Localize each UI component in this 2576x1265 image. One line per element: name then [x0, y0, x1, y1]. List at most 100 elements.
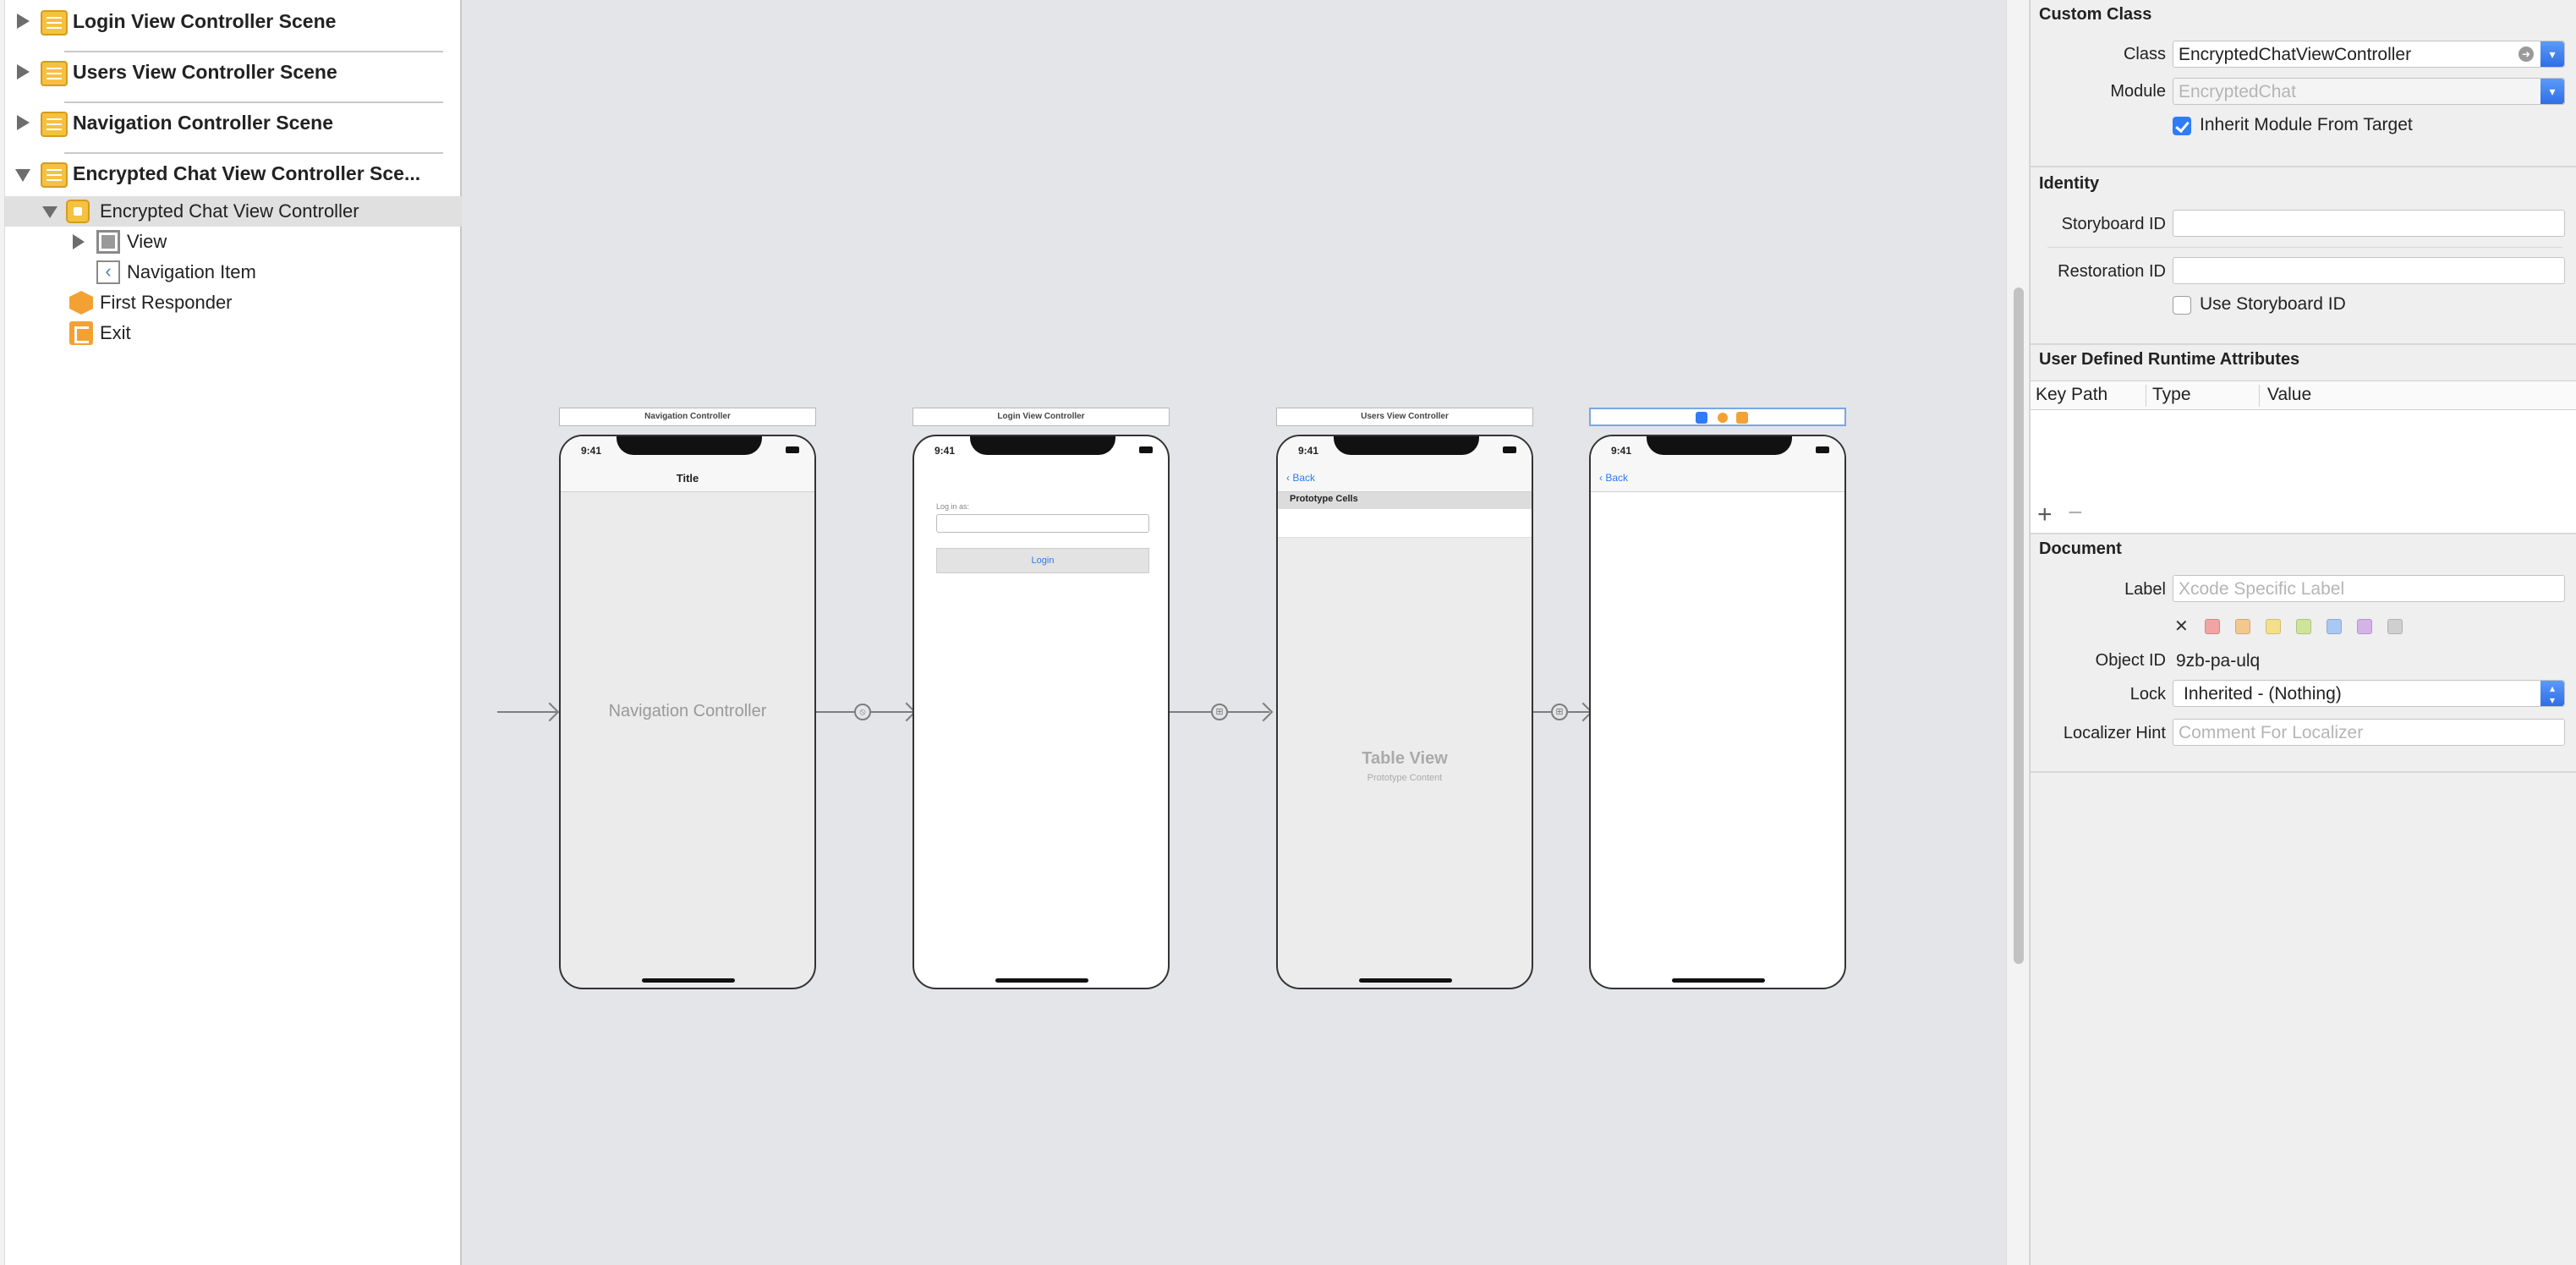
disclosure-triangle-icon[interactable]: [42, 206, 58, 218]
disclosure-triangle-icon[interactable]: [17, 14, 30, 29]
go-to-class-icon[interactable]: ➜: [2518, 47, 2534, 62]
first-responder-icon[interactable]: [1718, 413, 1728, 423]
identity-heading: Identity: [2039, 174, 2100, 193]
login-button[interactable]: Login: [936, 548, 1149, 573]
outline-scene-users[interactable]: Users View Controller Scene: [5, 51, 462, 98]
segue-show-icon[interactable]: ⊞: [1551, 704, 1568, 720]
first-responder-icon: [69, 291, 93, 315]
label-color-blue[interactable]: [2327, 619, 2342, 634]
object-id-label: Object ID: [2095, 651, 2166, 670]
outline-item-view-controller[interactable]: Encrypted Chat View Controller: [5, 196, 462, 227]
disclosure-triangle-icon[interactable]: [17, 64, 30, 79]
back-button[interactable]: ‹ Back: [1286, 472, 1315, 484]
table-view-label: Table View: [1362, 749, 1448, 768]
outline-scene-login[interactable]: Login View Controller Scene: [5, 0, 462, 47]
back-label: Back: [1292, 472, 1316, 484]
outline-item-first-responder[interactable]: First Responder: [5, 288, 462, 318]
label-color-gray[interactable]: [2387, 619, 2403, 634]
column-key-path[interactable]: Key Path: [2036, 385, 2107, 405]
object-id-value: 9zb-pa-ulq: [2176, 651, 2261, 671]
table-view-sublabel: Prototype Content: [1367, 773, 1443, 783]
custom-class-heading: Custom Class: [2039, 5, 2152, 24]
view-controller-icon: [66, 200, 90, 223]
navigation-controller-scene[interactable]: 9:41 Title Navigation Controller: [559, 435, 816, 989]
segue-root-icon[interactable]: ⦸: [854, 704, 871, 720]
disclosure-triangle-icon[interactable]: [17, 115, 30, 130]
module-label: Module: [2110, 82, 2166, 101]
label-color-orange[interactable]: [2235, 619, 2250, 634]
device-notch: [617, 436, 762, 455]
canvas-scrollbar[interactable]: [2006, 0, 2030, 1265]
runtime-attributes-table[interactable]: Key Path Type Value: [2031, 381, 2576, 533]
class-field[interactable]: EncryptedChatViewController ➜ ▾: [2173, 41, 2565, 68]
column-type[interactable]: Type: [2152, 385, 2191, 405]
inherit-module-checkbox[interactable]: [2173, 117, 2191, 135]
encrypted-chat-view-controller-scene[interactable]: 9:41 ‹ Back: [1589, 435, 1846, 989]
arrowhead-icon: [540, 702, 560, 722]
scrollbar-thumb[interactable]: [2014, 288, 2024, 964]
outline-scene-encrypted-chat[interactable]: Encrypted Chat View Controller Sce...: [5, 152, 462, 200]
username-field[interactable]: [936, 514, 1149, 533]
status-time: 9:41: [1298, 445, 1319, 457]
back-button[interactable]: ‹ Back: [1599, 472, 1628, 484]
disclosure-triangle-icon[interactable]: [15, 169, 30, 182]
use-storyboard-id-label: Use Storyboard ID: [2200, 294, 2346, 314]
lock-stepper-icon[interactable]: ▴ ▾: [2540, 681, 2564, 706]
document-outline: Login View Controller Scene Users View C…: [0, 0, 462, 1265]
class-dropdown-icon[interactable]: ▾: [2540, 41, 2564, 67]
column-value[interactable]: Value: [2267, 385, 2311, 405]
view-controller-icon[interactable]: [1696, 412, 1707, 424]
clear-label-icon[interactable]: ✕: [2174, 616, 2189, 637]
label-color-yellow[interactable]: [2266, 619, 2281, 634]
storyboard-id-field[interactable]: [2173, 210, 2565, 237]
lock-popup[interactable]: Inherited - (Nothing) ▴ ▾: [2173, 680, 2565, 707]
outline-scene-navigation[interactable]: Navigation Controller Scene: [5, 101, 462, 149]
module-placeholder: EncryptedChat: [2179, 82, 2296, 101]
remove-attribute-button[interactable]: −: [2068, 499, 2083, 528]
outline-item-view[interactable]: View: [5, 227, 462, 257]
segue-show-icon[interactable]: ⊞: [1211, 704, 1228, 720]
outline-item-navigation-item[interactable]: ‹ Navigation Item: [5, 257, 462, 288]
scene-title-bar[interactable]: Navigation Controller: [559, 408, 816, 426]
use-storyboard-id-checkbox[interactable]: [2173, 296, 2191, 315]
storyboard-canvas[interactable]: Navigation Controller 9:41 Title Navigat…: [462, 0, 2006, 1265]
disclosure-triangle-icon[interactable]: [73, 234, 85, 249]
class-value: EncryptedChatViewController: [2179, 45, 2412, 64]
storyboard-id-label: Storyboard ID: [2061, 215, 2166, 233]
module-dropdown-icon[interactable]: ▾: [2540, 79, 2564, 104]
table-header: Key Path Type Value: [2031, 381, 2576, 410]
scene-label: Login View Controller Scene: [73, 10, 337, 32]
prototype-cell[interactable]: [1278, 509, 1532, 538]
label-color-purple[interactable]: [2357, 619, 2372, 634]
module-field[interactable]: EncryptedChat ▾: [2173, 78, 2565, 105]
status-time: 9:41: [1611, 445, 1632, 457]
column-divider: [2259, 385, 2260, 407]
label-color-red[interactable]: [2205, 619, 2220, 634]
status-time: 9:41: [581, 445, 602, 457]
home-indicator: [1359, 978, 1452, 983]
login-label: Log in as:: [936, 502, 970, 511]
placeholder-label: Navigation Controller: [608, 702, 767, 720]
label-color-green[interactable]: [2296, 619, 2311, 634]
scene-icon: [41, 162, 68, 188]
home-indicator: [1672, 978, 1765, 983]
localizer-hint-label: Localizer Hint: [2063, 724, 2166, 742]
outline-item-exit[interactable]: Exit: [5, 318, 462, 348]
xcode-label-field[interactable]: Xcode Specific Label: [2173, 575, 2565, 602]
scene-title-bar[interactable]: Users View Controller: [1276, 408, 1533, 426]
add-attribute-button[interactable]: +: [2037, 501, 2053, 529]
battery-icon: [1503, 446, 1516, 453]
users-view-controller-scene[interactable]: 9:41 ‹ Back Prototype Cells Table View P…: [1276, 435, 1533, 989]
lock-value: Inherited - (Nothing): [2184, 684, 2342, 704]
scene-icon: [41, 61, 68, 86]
localizer-hint-field[interactable]: Comment For Localizer: [2173, 719, 2565, 746]
divider: [2031, 771, 2576, 773]
device-notch: [970, 436, 1115, 455]
outline-item-label: First Responder: [100, 292, 233, 313]
scene-title-bar[interactable]: Login View Controller: [913, 408, 1170, 426]
scene-dock-bar[interactable]: [1589, 408, 1846, 426]
exit-icon[interactable]: [1736, 412, 1748, 424]
divider: [2047, 247, 2563, 248]
restoration-id-field[interactable]: [2173, 257, 2565, 284]
login-view-controller-scene[interactable]: 9:41 Log in as: Login: [913, 435, 1170, 989]
